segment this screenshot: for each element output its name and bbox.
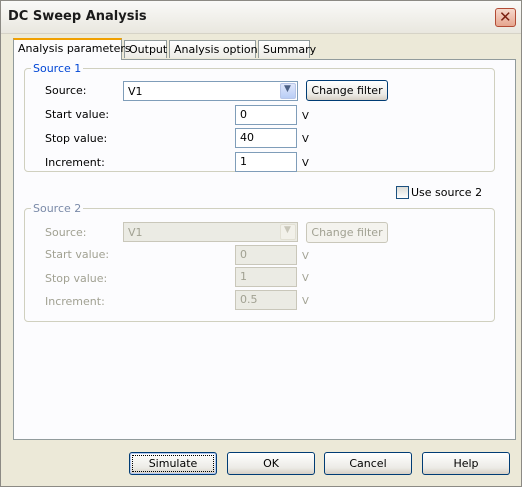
source2-stop-unit: V [302, 273, 309, 284]
source1-start-label: Start value: [45, 108, 110, 121]
source1-stop-unit: V [302, 134, 309, 145]
chevron-down-icon[interactable]: ▼ [280, 83, 296, 99]
source2-legend: Source 2 [33, 202, 82, 215]
window-title: DC Sweep Analysis [8, 9, 147, 24]
analysis-parameters-panel: Source 1 Source: V1 ▼ Change filter Star… [13, 59, 516, 440]
cancel-button[interactable]: Cancel [324, 452, 412, 475]
title-bar: DC Sweep Analysis ✕ [1, 1, 521, 34]
source1-stop-input[interactable]: 40 [235, 128, 297, 148]
source1-stop-label: Stop value: [45, 132, 108, 145]
source2-increment-unit: V [302, 296, 309, 307]
tab-analysis-parameters[interactable]: Analysis parameters [13, 38, 131, 60]
chevron-down-icon: ▼ [280, 224, 296, 240]
source2-source-value: V1 [128, 226, 143, 239]
close-icon: ✕ [499, 8, 512, 26]
source2-start-unit: V [302, 251, 309, 262]
source1-source-label: Source: [45, 84, 87, 97]
source1-increment-label: Increment: [45, 156, 105, 169]
source2-increment-input: 0.5 [235, 290, 297, 310]
help-button[interactable]: Help [422, 452, 510, 475]
source1-legend: Source 1 [33, 62, 82, 75]
source2-start-input: 0 [235, 245, 297, 265]
use-source2-checkbox[interactable] [396, 186, 409, 199]
source1-increment-input[interactable]: 1 [235, 152, 297, 172]
source2-start-label: Start value: [45, 248, 110, 261]
source1-start-input[interactable]: 0 [235, 105, 297, 125]
ok-button[interactable]: OK [227, 452, 315, 475]
source2-stop-input: 1 [235, 267, 297, 287]
source2-increment-label: Increment: [45, 295, 105, 308]
source1-change-filter-button[interactable]: Change filter [306, 80, 388, 101]
simulate-button[interactable]: Simulate [129, 452, 217, 475]
source2-source-select: V1 ▼ [123, 222, 298, 242]
tab-summary[interactable]: Summary [258, 40, 316, 58]
tab-analysis-options[interactable]: Analysis options [169, 40, 263, 58]
source2-stop-label: Stop value: [45, 272, 108, 285]
source2-source-label: Source: [45, 226, 87, 239]
use-source2-label[interactable]: Use source 2 [411, 186, 482, 199]
source1-increment-unit: V [302, 158, 309, 169]
source1-source-value: V1 [128, 85, 143, 98]
source1-start-unit: V [302, 111, 309, 122]
source2-change-filter-button: Change filter [306, 222, 388, 243]
source1-source-select[interactable]: V1 ▼ [123, 81, 298, 101]
dc-sweep-dialog: DC Sweep Analysis ✕ Analysis parameters … [0, 0, 522, 487]
close-button[interactable]: ✕ [495, 8, 516, 27]
